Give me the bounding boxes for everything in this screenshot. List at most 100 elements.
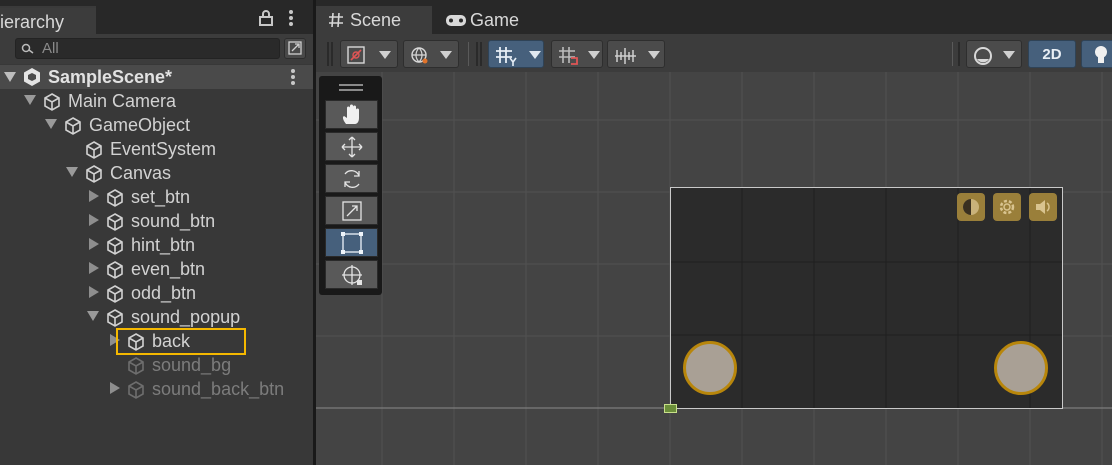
toolbar-grip[interactable] [327,42,329,66]
half-circle-icon [963,199,979,215]
tree-row[interactable]: Main Camera [0,89,313,113]
gameobject-cube-icon [107,189,123,207]
expand-right-icon[interactable] [110,382,120,394]
draw-mode-dropdown[interactable] [340,40,398,68]
tree-row-label: set_btn [131,187,191,207]
hierarchy-search[interactable] [15,38,280,59]
transform-tool[interactable] [325,260,378,289]
tree-row-label: Main Camera [68,91,177,111]
chevron-down-icon [648,51,660,59]
expand-down-icon[interactable] [66,167,78,177]
tree-row-label: EventSystem [110,139,217,159]
expand-down-icon[interactable] [4,72,16,82]
even-button-circle[interactable] [683,341,737,395]
lock-icon[interactable] [259,10,273,31]
tree-row-label: sound_btn [131,211,216,231]
scale-tool[interactable] [325,196,378,225]
gameobject-cube-icon [107,285,123,303]
gameobject-cube-icon [128,357,144,375]
rotate-icon [344,170,360,188]
chevron-down-icon [588,51,600,59]
expand-right-icon[interactable] [89,190,99,202]
tree-row[interactable]: hint_btn [0,233,313,257]
gamepad-icon [446,15,466,26]
increment-snap-dropdown[interactable] [607,40,665,68]
lighting-toggle-button[interactable] [1081,40,1112,68]
render-mode-dropdown[interactable] [403,40,459,68]
mini-set-btn[interactable] [957,193,985,221]
scale-icon [342,201,362,221]
tree-row-label: odd_btn [131,283,197,303]
tree-row[interactable]: sound_back_btn [0,377,313,401]
tree-row[interactable]: sound_btn [0,209,313,233]
search-icon [21,42,35,60]
tree-row-label: even_btn [131,259,206,279]
tab-hierarchy-label: ierarchy [0,12,65,32]
snap-icon [559,47,578,65]
tree-row[interactable]: Canvas [0,161,313,185]
tab-scene-label: Scene [350,10,402,30]
expand-right-icon[interactable] [89,262,99,274]
mini-sound-btn[interactable] [1029,193,1057,221]
gameobject-cube-icon [107,213,123,231]
rotate-tool[interactable] [325,164,378,193]
hierarchy-panel: ierarchy SampleScene* Main Camera GameObj… [0,0,313,465]
lightbulb-icon [1095,46,1107,63]
move-tool[interactable] [325,132,378,161]
grid-toggle-button[interactable] [488,40,544,68]
gameobject-cube-icon [107,261,123,279]
selection-highlight [116,328,246,355]
expand-right-icon[interactable] [89,238,99,250]
ruler-icon [615,48,636,64]
toolbar-separator [468,42,469,66]
toolbar-grip-4 [480,42,482,66]
globe-icon [411,47,428,64]
tab-hierarchy[interactable]: ierarchy [0,6,96,34]
tree-row[interactable]: set_btn [0,185,313,209]
tree-row-label: sound_bg [152,355,232,375]
picker-icon [288,41,302,55]
tree-row[interactable]: EventSystem [0,137,313,161]
search-input[interactable] [42,39,278,58]
tree-row-label: GameObject [89,115,191,135]
toolbar-separator-2 [952,42,953,66]
expand-right-icon[interactable] [89,214,99,226]
rect-tool[interactable] [325,228,378,257]
toolbar-grip-2 [331,42,333,66]
tab-game[interactable]: Game [436,6,532,34]
tab-scene[interactable]: Scene [316,6,432,34]
gameobject-cube-icon [44,93,60,111]
camera-settings-dropdown[interactable] [966,40,1022,68]
chevron-down-icon [379,51,391,59]
expand-down-icon[interactable] [45,119,57,129]
tools-grip[interactable] [339,84,363,86]
tree-row[interactable]: odd_btn [0,281,313,305]
hierarchy-tabbar: ierarchy [0,0,313,34]
rect-transform-icon [341,232,363,254]
expand-down-icon[interactable] [87,311,99,321]
scene-picker-button[interactable] [284,38,306,59]
expand-right-icon[interactable] [89,286,99,298]
pivot-anchor[interactable] [664,404,677,413]
more-vert-icon[interactable] [288,10,294,31]
speaker-icon [1036,200,1050,214]
tree-row-label: sound_back_btn [152,379,285,399]
hand-tool[interactable] [325,100,378,129]
tools-grip-2 [339,89,363,91]
tree-row[interactable]: sound_popup [0,305,313,329]
scene-root-row[interactable]: SampleScene* [0,65,313,89]
snap-settings-dropdown[interactable] [551,40,603,68]
scene-more-icon[interactable] [290,69,296,85]
tree-row[interactable]: sound_bg [0,353,313,377]
tab-game-label: Game [470,10,520,30]
gameobject-cube-icon [65,117,81,135]
toggle-2d-button[interactable]: 2D [1028,40,1076,68]
expand-down-icon[interactable] [24,95,36,105]
tree-row[interactable]: even_btn [0,257,313,281]
odd-button-circle[interactable] [994,341,1048,395]
mini-hint-btn[interactable] [993,193,1021,221]
toolbar-grip-3 [476,42,478,66]
move-icon [341,136,363,158]
tree-row[interactable]: GameObject [0,113,313,137]
shaded-mode-icon [347,46,365,64]
